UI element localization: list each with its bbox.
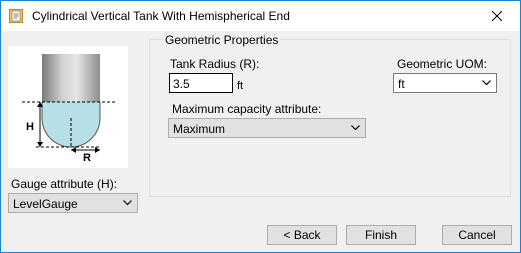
max-capacity-label: Maximum capacity attribute: xyxy=(172,102,322,116)
finish-button[interactable]: Finish xyxy=(346,225,416,245)
cancel-button[interactable]: Cancel xyxy=(442,225,512,245)
h-label: H xyxy=(26,121,34,133)
app-icon xyxy=(9,9,23,23)
gauge-attribute-value: LevelGauge xyxy=(13,197,78,211)
tank-diagram: H R xyxy=(8,46,128,168)
chevron-down-icon xyxy=(351,125,360,131)
back-button[interactable]: < Back xyxy=(267,225,337,245)
tank-shell xyxy=(42,54,100,102)
window-title: Cylindrical Vertical Tank With Hemispher… xyxy=(32,9,290,23)
max-capacity-value: Maximum xyxy=(173,122,226,136)
title-bar: Cylindrical Vertical Tank With Hemispher… xyxy=(1,1,520,31)
geometric-properties-title: Geometric Properties xyxy=(163,33,281,47)
tank-radius-input[interactable]: 3.5 xyxy=(169,73,233,93)
max-capacity-select[interactable]: Maximum xyxy=(168,118,366,138)
chevron-down-icon xyxy=(123,200,132,206)
geometric-uom-select[interactable]: ft xyxy=(393,73,497,93)
chevron-down-icon xyxy=(482,80,491,86)
tank-radius-label: Tank Radius (R): xyxy=(170,57,260,71)
gauge-attribute-label: Gauge attribute (H): xyxy=(11,177,118,191)
close-icon xyxy=(492,11,502,21)
geometric-uom-value: ft xyxy=(398,77,405,91)
close-button[interactable] xyxy=(474,1,520,31)
gauge-attribute-select[interactable]: LevelGauge xyxy=(8,193,138,213)
geometric-uom-label: Geometric UOM: xyxy=(397,57,488,71)
r-label: R xyxy=(83,152,91,164)
tank-radius-unit: ft xyxy=(237,80,244,92)
tank-radius-value: 3.5 xyxy=(173,77,190,91)
dialog-window: Cylindrical Vertical Tank With Hemispher… xyxy=(0,0,521,253)
